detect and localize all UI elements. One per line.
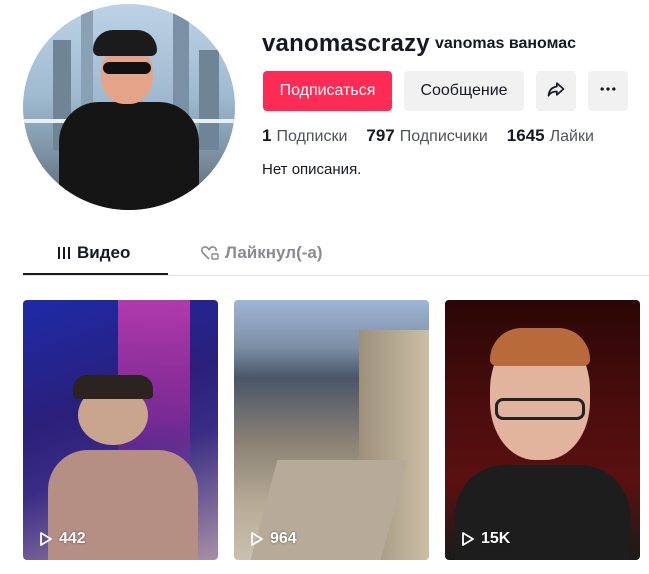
video-views: 964 bbox=[250, 530, 297, 548]
video-card[interactable]: 15K bbox=[445, 300, 640, 560]
profile-nickname: vanomas ваномас bbox=[435, 35, 576, 52]
video-card[interactable]: 442 bbox=[23, 300, 218, 560]
video-views-count: 442 bbox=[59, 530, 86, 547]
stat-followers[interactable]: 797 Подписчики bbox=[366, 126, 487, 146]
stat-following[interactable]: 1 Подписки bbox=[262, 126, 347, 146]
more-button[interactable] bbox=[588, 71, 628, 111]
stat-followers-value: 797 bbox=[366, 126, 395, 145]
tab-videos[interactable]: Видео bbox=[57, 243, 130, 263]
video-thumbnail-hair bbox=[490, 328, 590, 366]
more-icon bbox=[598, 79, 618, 104]
profile-bio: Нет описания. bbox=[262, 161, 362, 178]
play-icon bbox=[251, 532, 263, 546]
share-icon bbox=[546, 79, 566, 104]
stat-likes-value: 1645 bbox=[506, 126, 545, 145]
play-icon bbox=[40, 532, 52, 546]
follow-button[interactable]: Подписаться bbox=[263, 71, 392, 111]
tab-liked[interactable]: Лайкнул(-а) bbox=[201, 243, 323, 263]
video-card[interactable]: 964 bbox=[234, 300, 429, 560]
video-views-count: 964 bbox=[270, 530, 297, 547]
video-views: 442 bbox=[39, 530, 86, 548]
profile-username: vanomascrazy bbox=[262, 30, 430, 57]
avatar-glasses bbox=[103, 62, 151, 74]
tab-active-indicator bbox=[23, 273, 168, 275]
stat-likes: 1645 Лайки bbox=[507, 126, 594, 146]
stat-likes-label: Лайки bbox=[549, 128, 594, 145]
message-button[interactable]: Сообщение bbox=[404, 71, 524, 111]
profile-stats: 1 Подписки 797 Подписчики 1645 Лайки bbox=[262, 126, 613, 146]
stat-following-label: Подписки bbox=[276, 128, 348, 145]
avatar-bg-building bbox=[199, 50, 219, 150]
heart-lock-icon bbox=[201, 245, 219, 261]
tab-videos-label: Видео bbox=[77, 243, 131, 262]
stat-followers-label: Подписчики bbox=[399, 128, 488, 145]
video-thumbnail-glasses bbox=[495, 398, 585, 420]
play-icon bbox=[462, 532, 474, 546]
tabs-divider bbox=[23, 275, 649, 276]
avatar-shirt bbox=[59, 102, 199, 210]
video-views-count: 15K bbox=[481, 530, 511, 547]
video-thumbnail-cap bbox=[73, 375, 153, 399]
share-button[interactable] bbox=[536, 71, 576, 111]
tab-liked-label: Лайкнул(-а) bbox=[225, 243, 323, 262]
grid-icon bbox=[57, 246, 71, 260]
avatar-cap bbox=[93, 30, 157, 56]
video-views: 15K bbox=[461, 530, 510, 548]
avatar[interactable] bbox=[23, 4, 235, 210]
stat-following-value: 1 bbox=[262, 126, 272, 145]
